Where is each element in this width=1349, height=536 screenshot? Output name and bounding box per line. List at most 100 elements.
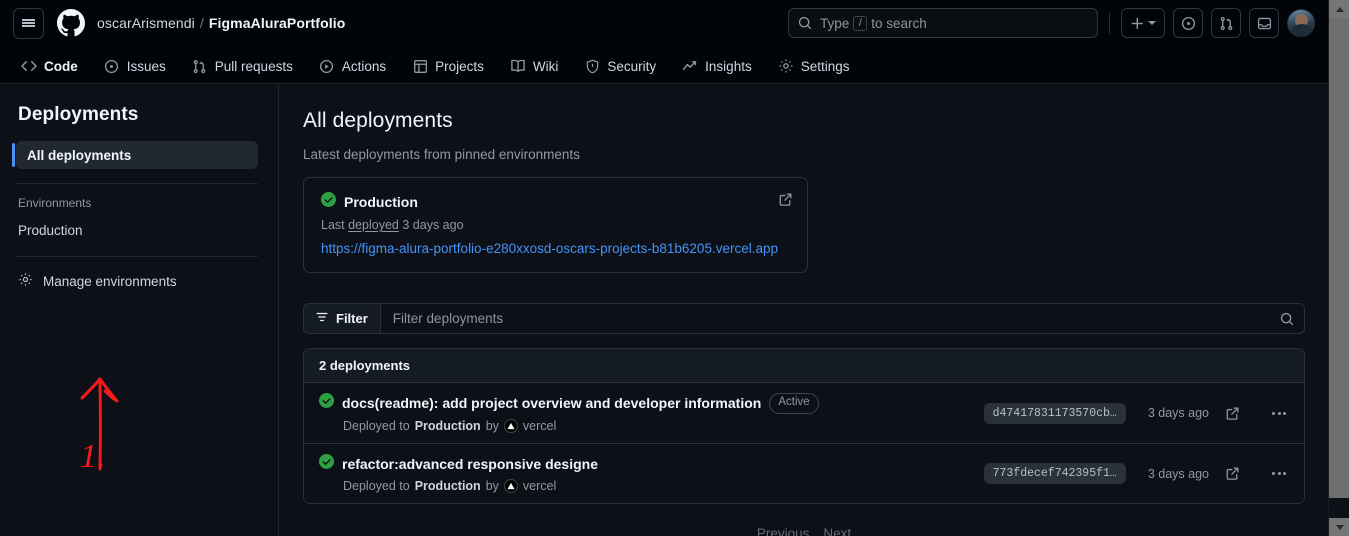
search-placeholder-suffix: to search [871,15,927,31]
inbox-button[interactable] [1249,8,1279,38]
production-deployment-url[interactable]: https://figma-alura-portfolio-e280xxosd-… [321,241,778,256]
tab-security[interactable]: Security [575,53,665,79]
avatar[interactable] [1287,9,1315,37]
play-icon [319,58,335,74]
tab-settings-label: Settings [800,58,850,74]
filter-button-label: Filter [336,311,368,326]
commit-sha[interactable]: d47417831173570cb… [983,402,1126,424]
deployments-list: 2 deployments docs(readme): add project … [303,348,1305,504]
code-icon [21,58,37,74]
check-circle-icon [319,393,334,413]
sidebar-item-manage-environments[interactable]: Manage environments [18,272,278,290]
pagination-next[interactable]: Next [823,526,851,536]
scroll-up-button[interactable] [1329,0,1349,18]
sidebar-item-manage-environments-label: Manage environments [43,273,177,289]
scroll-down-button[interactable] [1329,518,1349,536]
hamburger-icon[interactable] [13,7,44,39]
search-slash-key: / [853,15,868,31]
issues-button[interactable] [1173,8,1203,38]
header-divider [1109,12,1110,34]
tab-wiki[interactable]: Wiki [501,53,568,79]
issue-opened-icon [1181,16,1195,30]
kebab-horizontal-icon[interactable] [1268,472,1290,475]
vercel-icon [503,418,518,433]
tab-insights-label: Insights [705,58,752,74]
sidebar-item-production[interactable]: Production [18,223,83,238]
page-title: All deployments [303,109,453,132]
check-circle-icon [319,454,334,474]
header-actions: Type / to search [788,7,1328,39]
page-subtitle: Latest deployments from pinned environme… [303,147,580,162]
page-scrollbar[interactable] [1328,0,1349,536]
global-header: oscarArismendi / FigmaAluraPortfolio Type … [0,0,1328,87]
breadcrumb-repo[interactable]: FigmaAluraPortfolio [209,15,345,31]
deployment-title[interactable]: refactor:advanced responsive designe [342,456,598,472]
create-new-button[interactable] [1121,8,1165,38]
breadcrumb-owner[interactable]: oscarArismendi [97,15,195,31]
tab-security-label: Security [607,58,657,74]
tab-code[interactable]: Code [12,53,87,87]
tab-actions[interactable]: Actions [310,53,395,79]
tab-pull-requests-label: Pull requests [214,58,293,74]
sidebar-title: Deployments [18,104,139,125]
chevron-down-icon [1335,524,1344,530]
deployment-title[interactable]: docs(readme): add project overview and d… [342,395,761,411]
deployments-count: 2 deployments [304,349,1304,383]
github-deployments-page: oscarArismendi / FigmaAluraPortfolio Type … [0,0,1349,536]
production-card-name: Production [344,194,418,210]
annotation-number: 1. [80,438,106,475]
plus-icon [1131,17,1143,29]
external-link-icon[interactable] [1225,466,1240,481]
sidebar-item-all-deployments-label: All deployments [27,147,132,163]
tab-wiki-label: Wiki [532,58,559,74]
deployed-by-label: by [485,479,499,493]
external-link-icon[interactable] [1225,406,1240,421]
deployed-to-prefix: Deployed to [343,479,410,493]
search-placeholder-prefix: Type [820,15,850,31]
deployed-to-prefix: Deployed to [343,418,410,433]
breadcrumb: oscarArismendi / FigmaAluraPortfolio [97,15,345,31]
tab-actions-label: Actions [341,58,387,74]
search-input[interactable]: Type / to search [788,8,1098,38]
git-pull-request-icon [192,58,208,74]
commit-sha[interactable]: 773fdecef742395f1… [983,463,1126,484]
tab-insights[interactable]: Insights [673,53,761,79]
tab-projects-label: Projects [435,58,484,74]
deployment-meta: Deployed to Production by vercel [343,479,984,493]
tab-settings[interactable]: Settings [769,53,859,79]
sidebar-divider-bottom [16,256,258,257]
filter-search-button[interactable] [1270,304,1304,333]
filter-button[interactable]: Filter [304,304,381,333]
pagination-previous[interactable]: Previous [757,526,810,536]
chevron-down-icon [1148,21,1156,25]
deployment-meta: Deployed to Production by vercel [343,418,984,433]
annotation-arrow-1: 1. [80,377,119,475]
shield-icon [584,58,600,74]
filter-deployments-input[interactable]: Filter deployments [381,304,1270,333]
check-circle-icon [321,192,336,212]
external-link-icon[interactable] [778,192,793,212]
table-row[interactable]: refactor:advanced responsive designe Dep… [304,443,1304,503]
tab-projects[interactable]: Projects [403,53,493,79]
scrollbar-thumb[interactable] [1329,18,1349,498]
tab-issues[interactable]: Issues [95,53,175,79]
deployments-filter-bar: Filter Filter deployments [303,303,1305,334]
deployed-link[interactable]: deployed [348,218,399,232]
tab-pull-requests[interactable]: Pull requests [183,53,302,79]
chevron-up-icon [1335,6,1344,12]
deployment-actor: vercel [522,418,557,433]
inbox-icon [1257,17,1271,29]
sidebar-divider-top [16,183,258,184]
github-logo-icon[interactable] [56,8,86,38]
tab-issues-label: Issues [126,58,166,74]
sidebar-item-all-deployments[interactable]: All deployments [12,141,258,169]
kebab-horizontal-icon[interactable] [1268,411,1290,415]
filter-icon [315,310,329,327]
table-row[interactable]: docs(readme): add project overview and d… [304,383,1304,443]
book-icon [510,58,526,74]
production-environment-card[interactable]: Production Last deployed 3 days ago http… [303,177,808,273]
deployment-environment: Production [414,418,481,433]
pull-requests-button[interactable] [1211,8,1241,38]
sidebar-section-environments: Environments [18,196,92,210]
git-pull-request-icon [1220,16,1232,30]
